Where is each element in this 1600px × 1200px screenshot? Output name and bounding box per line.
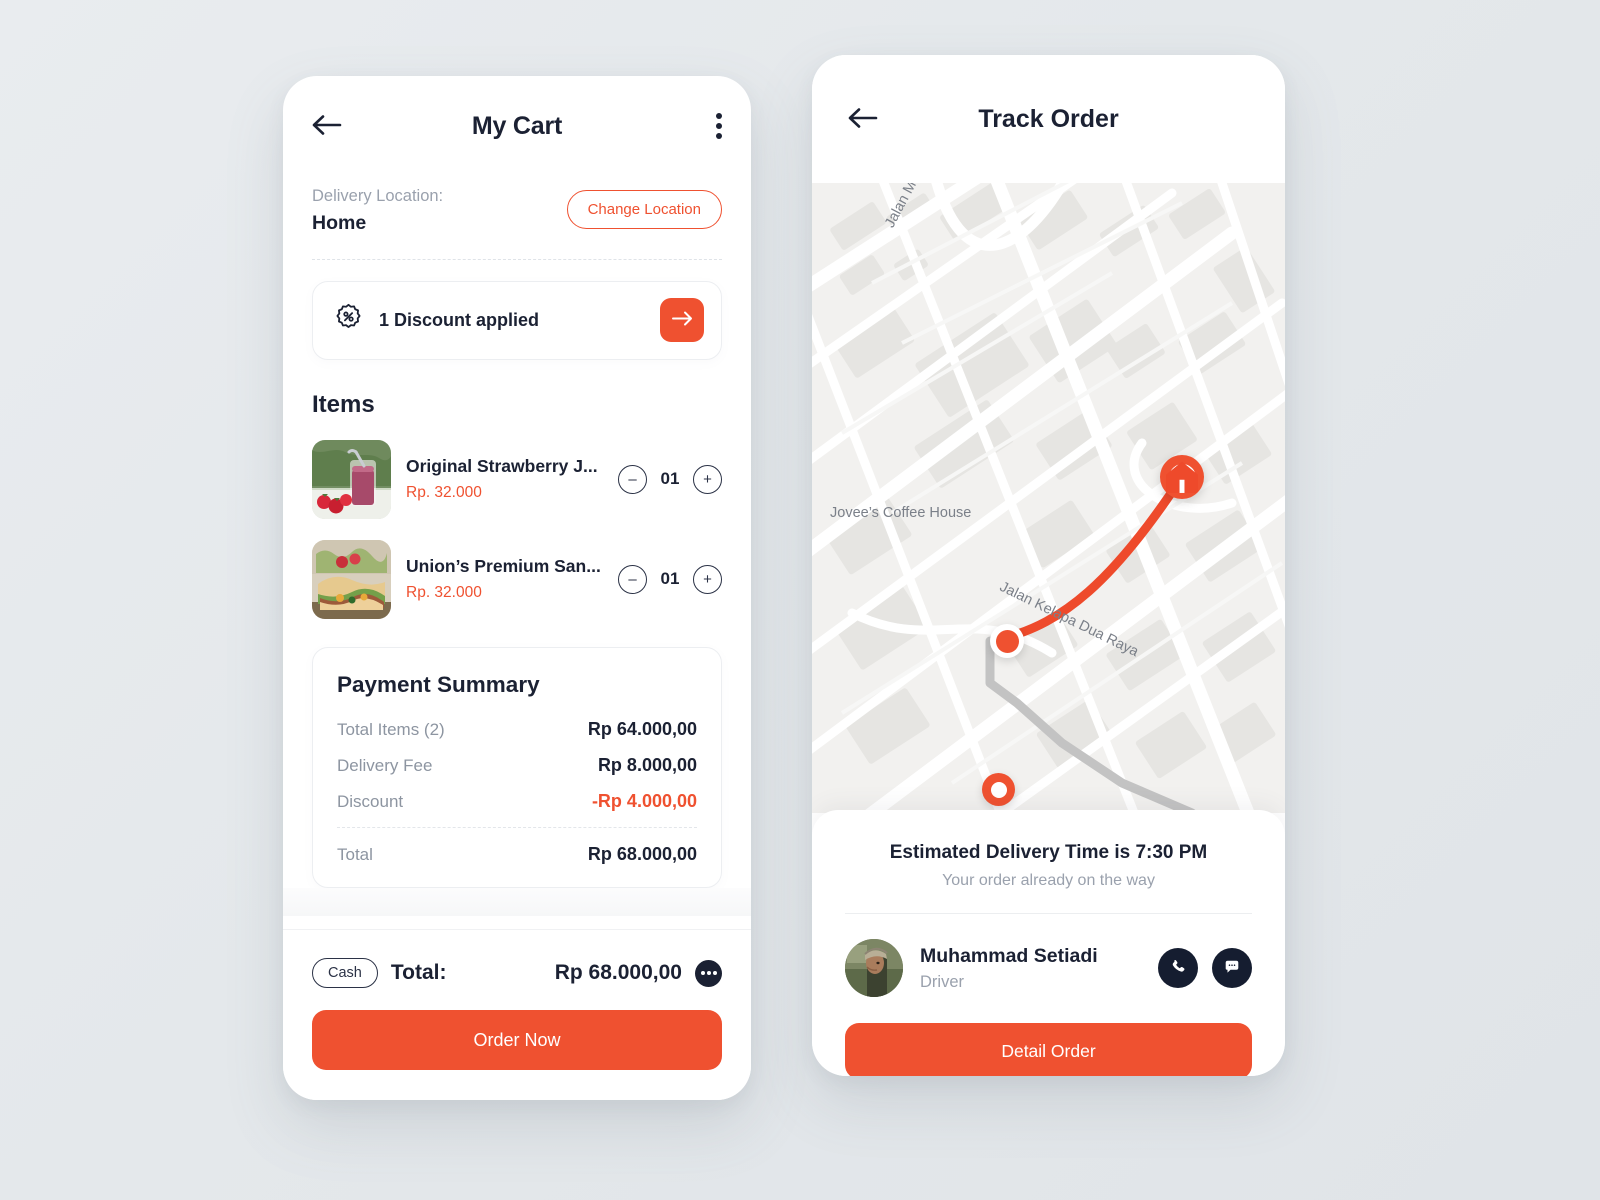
driver-row: Muhammad Setiadi Driver	[845, 914, 1252, 997]
driver-role: Driver	[920, 972, 964, 991]
summary-total-key: Total	[337, 844, 373, 864]
order-now-button[interactable]: Order Now	[312, 1010, 722, 1070]
delivery-location-block: Delivery Location: Home	[312, 184, 443, 235]
cart-menu-button[interactable]	[716, 113, 722, 139]
marker-ring	[1166, 461, 1198, 493]
summary-value: -Rp 4.000,00	[591, 790, 697, 811]
delivery-location-row: Delivery Location: Home Change Location	[283, 184, 751, 235]
cart-item-info: Original Strawberry J... Rp. 32.000	[406, 456, 603, 502]
track-order-screen: Track Order Jovee’s Coffee House Jalan K…	[812, 55, 1285, 1076]
quantity-stepper: – 01 +	[618, 464, 722, 494]
arrow-left-icon	[312, 114, 342, 139]
back-button[interactable]	[312, 114, 342, 139]
driver-portrait-photo	[845, 939, 903, 997]
detail-order-button[interactable]: Detail Order	[845, 1023, 1252, 1076]
delivery-map[interactable]: Jalan Mission Drive Jovee’s Coffee House…	[812, 183, 1285, 813]
delivery-location-label: Delivery Location:	[312, 187, 444, 205]
discount-go-button[interactable]	[660, 298, 704, 343]
summary-total-value: Rp 68.000,00	[587, 843, 697, 864]
change-location-button[interactable]: Change Location	[566, 189, 722, 229]
map-canvas	[812, 183, 1285, 813]
chat-bubble-icon	[1223, 958, 1241, 979]
cart-screen: My Cart Delivery Location: Home Change L…	[283, 76, 751, 1100]
summary-key: Delivery Fee	[337, 755, 433, 775]
call-driver-button[interactable]	[1158, 948, 1198, 988]
cart-item-price: Rp. 32.000	[406, 484, 482, 502]
track-bottom-sheet: Estimated Delivery Time is 7:30 PM Your …	[812, 810, 1285, 1076]
summary-key: Discount	[337, 791, 404, 811]
discount-label: 1 Discount applied	[379, 309, 540, 330]
summary-total-row: Total Rp 68.000,00	[337, 844, 697, 865]
summary-row: Total Items (2) Rp 64.000,00	[337, 719, 697, 740]
quantity-value: 01	[660, 469, 680, 489]
more-vertical-icon	[716, 113, 722, 139]
summary-row: Delivery Fee Rp 8.000,00	[337, 755, 697, 776]
payment-summary-card: Payment Summary Total Items (2) Rp 64.00…	[312, 646, 722, 888]
discount-badge-icon	[333, 302, 364, 338]
total-amount: Rp 68.000,00	[554, 961, 682, 984]
cart-item-name: Original Strawberry J...	[406, 456, 598, 477]
increment-button[interactable]: +	[693, 564, 722, 594]
track-header: Track Order	[812, 55, 1285, 183]
header-divider	[312, 258, 722, 260]
cart-item-info: Union’s Premium San... Rp. 32.000	[406, 556, 603, 602]
driver-info: Muhammad Setiadi Driver	[920, 945, 1098, 992]
items-heading: Items	[312, 390, 375, 418]
phone-icon	[1170, 958, 1187, 978]
cart-total-row: Cash Total: Rp 68.000,00	[312, 958, 722, 988]
more-horizontal-icon[interactable]	[695, 959, 722, 987]
origin-marker[interactable]	[982, 773, 1015, 806]
summary-divider	[337, 826, 697, 828]
page-title: My Cart	[471, 111, 563, 140]
summary-value: Rp 64.000,00	[587, 718, 697, 739]
cart-header: My Cart	[283, 76, 751, 176]
page-title: Track Order	[978, 104, 1119, 133]
summary-value: Rp 8.000,00	[597, 754, 697, 775]
payment-summary-title: Payment Summary	[337, 671, 540, 697]
cart-item-price: Rp. 32.000	[406, 584, 482, 602]
cart-item-row[interactable]: Original Strawberry J... Rp. 32.000 – 01…	[283, 439, 751, 519]
cart-bottom-bar: Cash Total: Rp 68.000,00 Order Now	[283, 930, 751, 1100]
cart-scroll-spacer	[283, 887, 751, 916]
summary-key: Total Items (2)	[337, 719, 445, 739]
driver-name: Muhammad Setiadi	[920, 944, 1098, 967]
eta-subtext: Your order already on the way	[942, 872, 1155, 889]
sandwich-photo	[312, 539, 391, 619]
driver-current-marker[interactable]	[990, 624, 1024, 658]
decrement-button[interactable]: –	[618, 464, 647, 494]
cart-item-name: Union’s Premium San...	[406, 556, 601, 577]
quantity-value: 01	[660, 569, 680, 589]
decrement-button[interactable]: –	[618, 564, 647, 594]
arrow-left-icon	[848, 107, 878, 132]
back-button[interactable]	[848, 107, 878, 132]
arrow-right-icon	[671, 311, 693, 329]
destination-home-marker[interactable]	[1160, 455, 1204, 499]
quantity-stepper: – 01 +	[618, 564, 722, 594]
increment-button[interactable]: +	[693, 464, 722, 494]
cart-item-row[interactable]: Union’s Premium San... Rp. 32.000 – 01 +	[283, 539, 751, 619]
map-place-label: Jovee’s Coffee House	[830, 505, 972, 521]
filled-dot-icon	[995, 629, 1019, 653]
eta-text: Estimated Delivery Time is 7:30 PM	[889, 842, 1208, 863]
strawberry-smoothie-photo	[312, 439, 391, 519]
driver-actions	[1158, 948, 1252, 988]
payment-method-button[interactable]: Cash	[312, 958, 378, 988]
delivery-location-value: Home	[312, 211, 367, 234]
hollow-dot-icon	[990, 781, 1007, 798]
discount-card[interactable]: 1 Discount applied	[312, 280, 722, 360]
summary-row: Discount -Rp 4.000,00	[337, 791, 697, 812]
total-label: Total:	[390, 961, 447, 984]
chat-driver-button[interactable]	[1212, 948, 1252, 988]
